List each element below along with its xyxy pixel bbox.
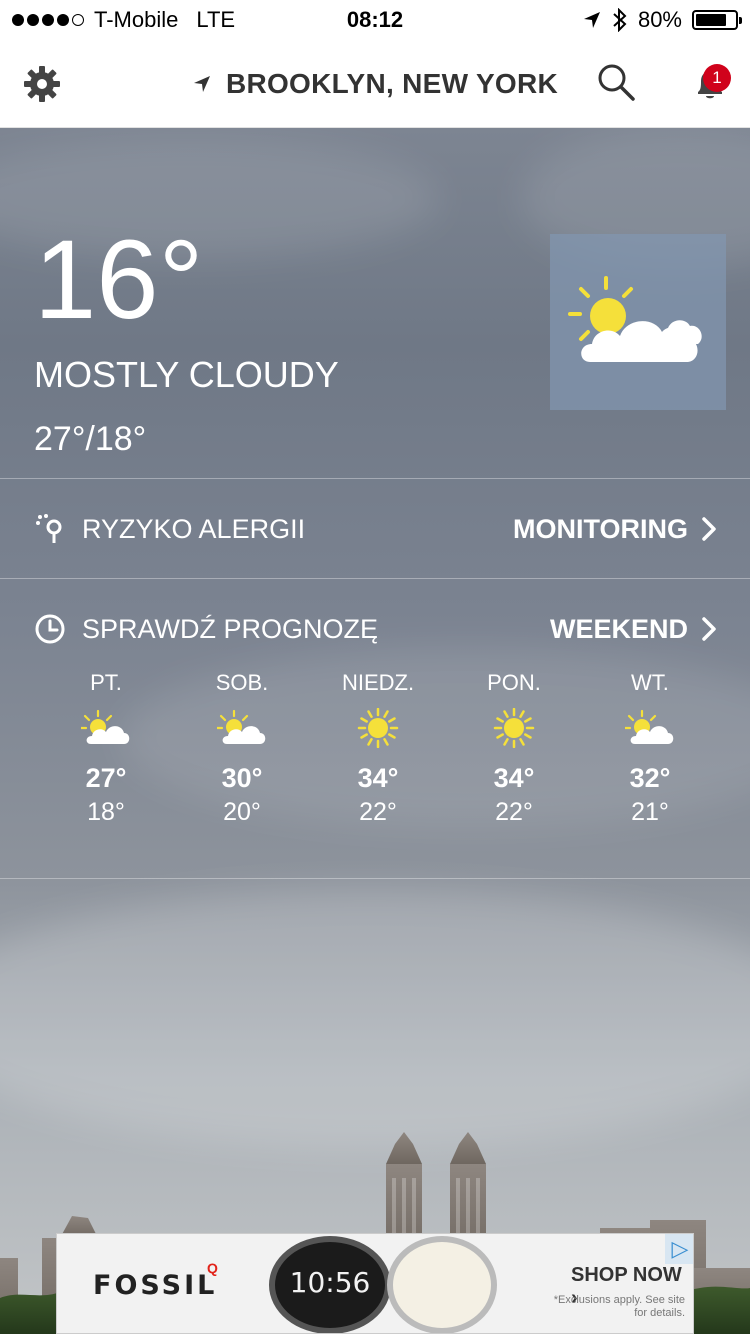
forecast-day[interactable]: PON. 34° 22° bbox=[446, 670, 582, 827]
bluetooth-icon bbox=[613, 8, 627, 32]
partly-cloudy-icon bbox=[568, 276, 702, 362]
forecast-day-name: SOB. bbox=[215, 670, 269, 695]
app-header: BROOKLYN, NEW YORK bbox=[0, 40, 750, 128]
clock-icon bbox=[35, 614, 65, 644]
ad-disclaimer: *Exclusions apply. See site for details. bbox=[553, 1294, 685, 1319]
forecast-day[interactable]: NIEDZ. 34° 22° bbox=[310, 670, 446, 827]
daily-forecast: PT. 27° 18° SOB. 30° 20° NIEDZ. 34° 22° PON. 34°… bbox=[38, 670, 718, 827]
partly-cloudy-icon bbox=[623, 709, 674, 744]
current-hi-lo: 27°/18° bbox=[34, 420, 147, 458]
weather-background: 16° MOSTLY CLOUDY 27°/18° RYZYKO ALERGII… bbox=[0, 128, 750, 1334]
network-type: LTE bbox=[196, 7, 236, 32]
ad-banner[interactable]: FOSSIL Q 10:56 SHOP NOW › *Exclusions ap… bbox=[56, 1233, 694, 1334]
search-icon[interactable] bbox=[596, 62, 636, 102]
location-services-icon bbox=[583, 12, 600, 28]
location-selector[interactable]: BROOKLYN, NEW YORK bbox=[192, 68, 558, 100]
forecast-day-high: 32° bbox=[629, 763, 671, 793]
forecast-day-high: 34° bbox=[357, 763, 399, 793]
ad-choices-icon[interactable]: ▷ bbox=[665, 1234, 693, 1264]
current-condition: MOSTLY CLOUDY bbox=[34, 354, 339, 395]
allergy-row[interactable]: RYZYKO ALERGII MONITORING bbox=[0, 479, 750, 579]
ad-watch-time: 10:56 bbox=[289, 1266, 371, 1299]
forecast-row[interactable]: SPRAWDŹ PROGNOZĘ WEEKEND bbox=[0, 579, 750, 679]
forecast-day-high: 27° bbox=[85, 763, 127, 793]
forecast-action: WEEKEND bbox=[549, 613, 688, 644]
partly-cloudy-icon bbox=[79, 709, 130, 744]
current-weather-tile[interactable] bbox=[550, 234, 726, 410]
forecast-day[interactable]: WT. 32° 21° bbox=[582, 670, 718, 827]
carrier-name: T-Mobile bbox=[94, 7, 179, 32]
battery-icon bbox=[692, 10, 742, 30]
forecast-day-low: 18° bbox=[87, 798, 125, 826]
gear-icon[interactable] bbox=[22, 64, 62, 104]
forecast-day-name: WT. bbox=[631, 670, 669, 695]
notification-badge[interactable]: 1 bbox=[703, 64, 731, 92]
partly-cloudy-icon bbox=[215, 709, 266, 744]
allergy-icon bbox=[36, 514, 62, 543]
chevron-right-icon bbox=[702, 617, 716, 641]
sunny-icon bbox=[493, 707, 535, 749]
forecast-day-low: 21° bbox=[631, 798, 669, 826]
forecast-day-low: 22° bbox=[495, 798, 533, 826]
analog-watch-image bbox=[387, 1236, 497, 1333]
forecast-day-low: 20° bbox=[223, 798, 261, 826]
forecast-day-high: 30° bbox=[221, 763, 263, 793]
ad-brand-logo: FOSSIL bbox=[93, 1270, 218, 1301]
forecast-day-name: PT. bbox=[90, 670, 122, 695]
signal-strength-icon bbox=[12, 14, 84, 26]
current-temperature: 16° bbox=[34, 217, 204, 342]
status-bar: T-Mobile LTE 08:12 80% bbox=[0, 0, 750, 40]
forecast-day-name: NIEDZ. bbox=[341, 670, 415, 695]
allergy-action: MONITORING bbox=[513, 513, 688, 544]
battery-percent: 80% bbox=[637, 7, 682, 32]
location-label: BROOKLYN, NEW YORK bbox=[225, 68, 559, 99]
forecast-day-low: 22° bbox=[359, 798, 397, 826]
forecast-day-high: 34° bbox=[493, 763, 535, 793]
sunny-icon bbox=[357, 707, 399, 749]
forecast-day-name: PON. bbox=[487, 670, 541, 695]
forecast-day[interactable]: SOB. 30° 20° bbox=[174, 670, 310, 827]
forecast-day[interactable]: PT. 27° 18° bbox=[38, 670, 174, 827]
allergy-label: RYZYKO ALERGII bbox=[82, 513, 306, 544]
chevron-right-icon bbox=[702, 517, 716, 541]
forecast-label: SPRAWDŹ PROGNOZĘ bbox=[82, 613, 379, 644]
location-arrow-icon bbox=[193, 76, 210, 92]
ad-brand-mark: Q bbox=[207, 1260, 218, 1276]
